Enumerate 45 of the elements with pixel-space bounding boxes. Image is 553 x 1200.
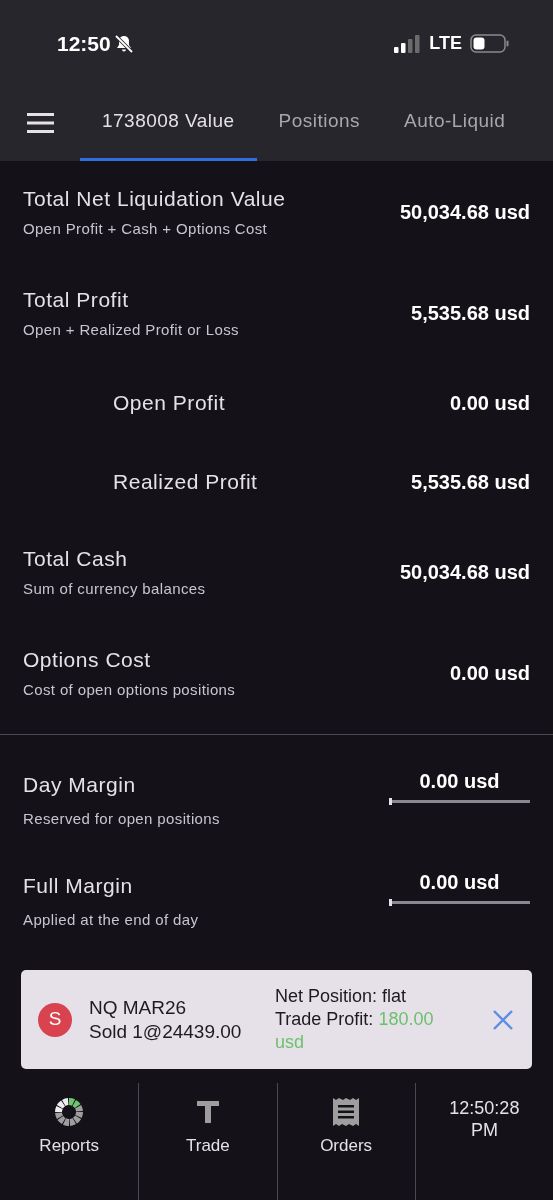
row-subtitle: Reserved for open positions [23, 809, 220, 829]
row-title: Day Margin [23, 771, 137, 798]
row-value: 50,034.68 usd [399, 559, 530, 585]
row-value: 5,535.68 usd [411, 300, 530, 326]
clock-time: 12:50:28 PM [448, 1097, 521, 1142]
row-value: 0.00 usd [449, 390, 530, 416]
tab[interactable]: 1738008 Value [80, 85, 257, 161]
receipt-icon [333, 1098, 360, 1126]
tab[interactable]: Auto-Liquid [382, 85, 528, 161]
nav-button[interactable]: Orders [276, 1083, 415, 1200]
row-subtitle: Cost of open options positions [23, 680, 236, 700]
tab[interactable]: Positions [256, 85, 382, 161]
row-value: 0.00 usd [449, 660, 530, 686]
row-title: Total Profit [23, 286, 130, 313]
letter-t-icon [195, 1100, 220, 1124]
bell-off-icon [113, 33, 134, 54]
row-subtitle: Applied at the end of day [23, 910, 199, 930]
nav-button[interactable]: Reports [0, 1083, 139, 1200]
donut-chart-icon [54, 1097, 85, 1127]
row-title: Full Margin [23, 872, 134, 899]
margin-value: 0.00 usd [419, 769, 500, 794]
margin-value: 0.00 usd [419, 870, 500, 895]
row-value: 5,535.68 usd [411, 469, 530, 495]
status-time: 12:50 [57, 30, 111, 57]
row-title: Open Profit [113, 389, 225, 416]
order-symbol: NQ MAR26 [89, 995, 188, 1020]
nav-button[interactable]: Trade [138, 1083, 277, 1200]
order-fill: Sold 1@24439.00 [89, 1019, 243, 1044]
row-title: Realized Profit [113, 468, 258, 495]
sell-badge: S [38, 1002, 72, 1037]
trade-profit: Trade Profit: 180.00 usd [275, 1008, 435, 1054]
row-subtitle: Open + Realized Profit or Loss [23, 320, 239, 340]
signal-icon [394, 34, 422, 53]
close-icon [492, 1008, 514, 1031]
row-value: 50,034.68 usd [399, 199, 530, 225]
net-position: Net Position: flat [275, 985, 408, 1008]
menu-icon [26, 113, 54, 133]
row-subtitle: Open Profit + Cash + Options Cost [23, 219, 269, 239]
close-button[interactable] [492, 1008, 514, 1031]
row-title: Options Cost [23, 646, 152, 673]
row-title: Total Cash [23, 545, 129, 572]
row-subtitle: Sum of currency balances [23, 579, 206, 599]
battery-icon [470, 34, 509, 53]
network-label: LTE [429, 32, 462, 55]
row-title: Total Net Liquidation Value [23, 185, 286, 212]
